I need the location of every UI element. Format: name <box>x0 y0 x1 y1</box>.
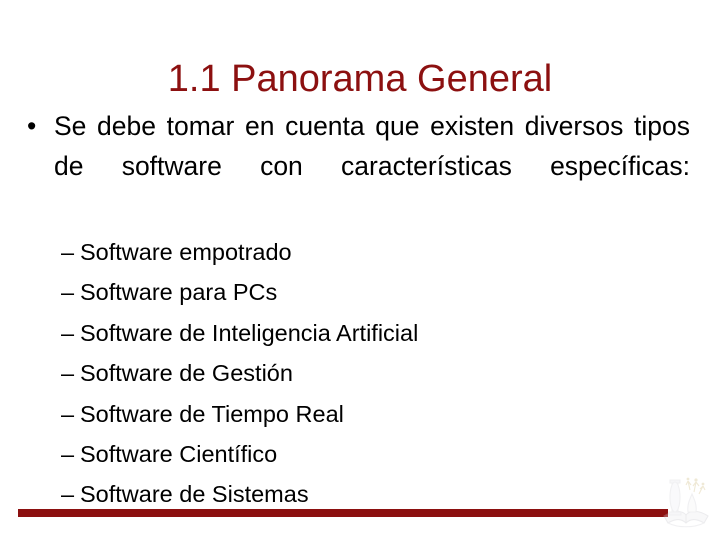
list-item-label: Software de Gestión <box>80 360 293 387</box>
footer-divider <box>18 509 668 517</box>
bullet-dot-icon: • <box>27 111 37 141</box>
list-item-label: Software Científico <box>80 441 278 468</box>
dash-icon: – <box>61 441 75 468</box>
list-item-label: Software de Sistemas <box>80 481 309 508</box>
list-item-label: Software de Tiempo Real <box>80 400 344 427</box>
list-item-level1-label: Se debe tomar en cuenta que existen dive… <box>54 111 690 181</box>
slide: 1.1 Panorama General • Se debe tomar en … <box>0 0 720 540</box>
list-item: – Software de Gestión <box>0 353 720 393</box>
slide-body: • Se debe tomar en cuenta que existen di… <box>0 106 720 515</box>
dash-icon: – <box>61 319 75 346</box>
list-item: – Software de Inteligencia Artificial <box>0 313 720 353</box>
list-item-label: Software empotrado <box>80 239 292 265</box>
institution-crest-watermark-icon <box>660 468 712 532</box>
list-item: – Software para PCs <box>0 272 720 312</box>
list-item: – Software empotrado <box>0 232 720 272</box>
dash-icon: – <box>61 360 75 387</box>
list-item-level1: • Se debe tomar en cuenta que existen di… <box>0 106 720 226</box>
dash-icon: – <box>61 239 75 265</box>
list-item: – Software Científico <box>0 434 720 474</box>
list-item-label: Software de Inteligencia Artificial <box>80 319 419 346</box>
list-item-label: Software para PCs <box>80 279 278 306</box>
page-title: 1.1 Panorama General <box>167 58 553 101</box>
dash-icon: – <box>61 400 75 427</box>
sublist-level2: – Software empotrado – Software para PCs… <box>0 232 720 515</box>
list-item: – Software de Tiempo Real <box>0 394 720 434</box>
dash-icon: – <box>61 279 75 306</box>
